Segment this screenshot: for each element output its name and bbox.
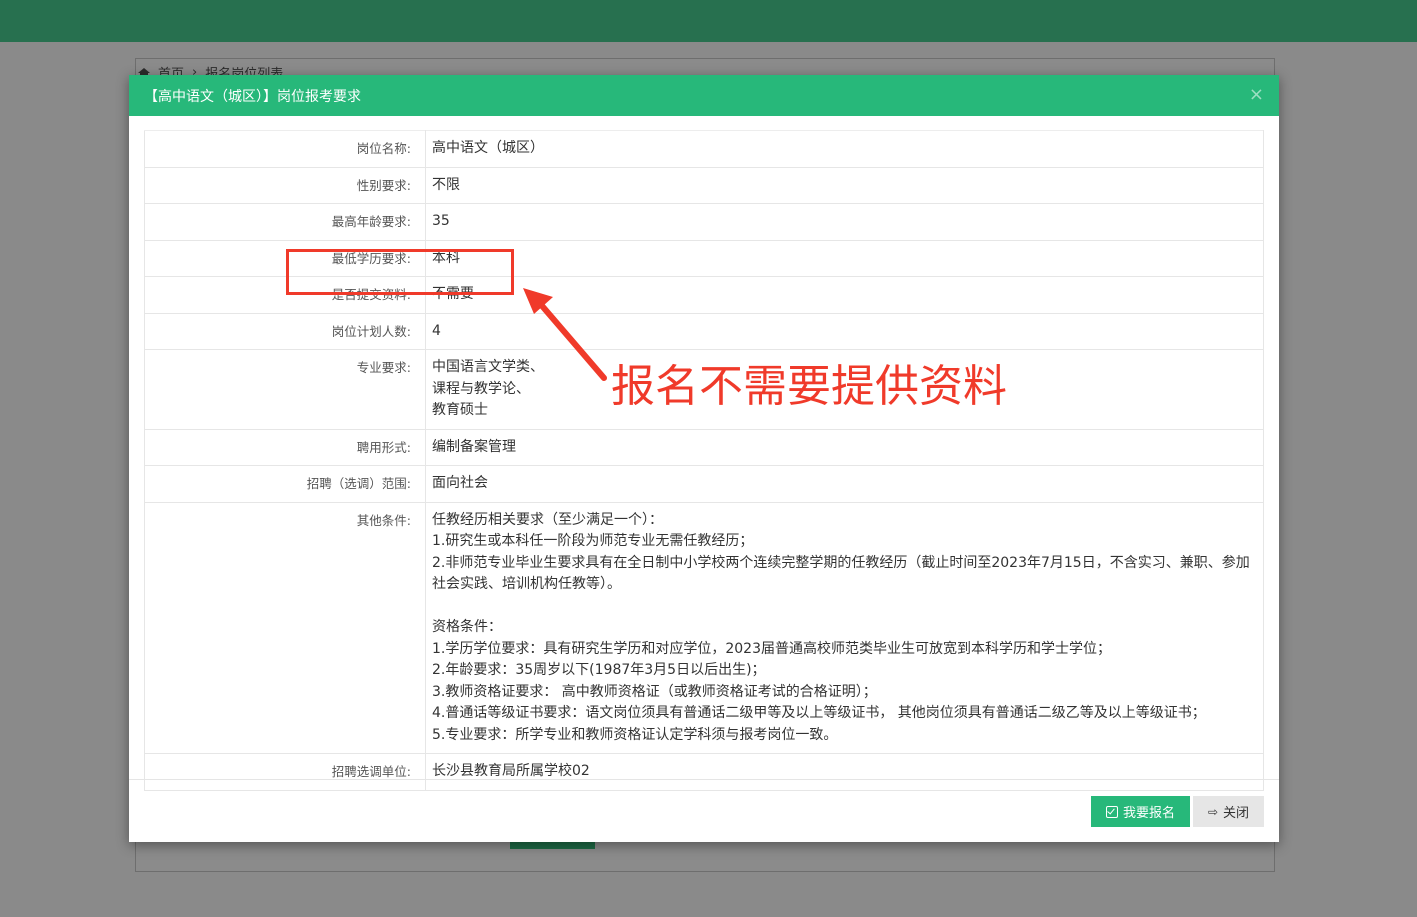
table-row: 性别要求: 不限 <box>144 166 1264 204</box>
table-row: 其他条件: 任教经历相关要求（至少满足一个）： 1.研究生或本科任一阶段为师范专业… <box>144 501 1264 754</box>
top-navbar <box>0 0 1417 42</box>
close-button-label: 关闭 <box>1223 806 1250 821</box>
check-square-icon <box>1105 805 1118 818</box>
modal-title: 【高中语文（城区）】岗位报考要求 <box>144 88 361 105</box>
row-value: 编制备案管理 <box>425 428 1264 466</box>
job-requirements-modal: 【高中语文（城区）】岗位报考要求 × 岗位名称: 高中语文（城区） 性别要求: 不限最… <box>129 75 1279 842</box>
row-label: 性别要求: <box>144 166 426 204</box>
modal-header: 【高中语文（城区）】岗位报考要求 × <box>129 75 1279 116</box>
row-label: 专业要求: <box>144 349 426 429</box>
row-label: 招聘（选调）范围: <box>144 465 426 502</box>
table-row: 最高年龄要求: 35 <box>144 203 1264 240</box>
table-row: 聘用形式: 编制备案管理 <box>144 428 1264 466</box>
table-row: 招聘（选调）范围: 面向社会 <box>144 465 1264 502</box>
row-value: 任教经历相关要求（至少满足一个）： 1.研究生或本科任一阶段为师范专业无需任教经… <box>425 501 1264 754</box>
table-row: 岗位计划人数: 4 <box>144 312 1264 350</box>
close-icon[interactable]: × <box>1249 85 1264 105</box>
table-row: 岗位名称: 高中语文（城区） <box>144 130 1264 167</box>
row-value: 面向社会 <box>425 465 1264 502</box>
row-label: 岗位名称: <box>144 130 426 167</box>
close-button[interactable]: ⇨ 关闭 <box>1193 796 1264 827</box>
row-label: 岗位计划人数: <box>144 312 426 350</box>
annotation-text: 报名不需要提供资料 <box>611 361 1007 412</box>
sign-out-icon: ⇨ <box>1207 804 1219 819</box>
row-label: 最高年龄要求: <box>144 203 426 240</box>
background-button-fragment <box>510 842 595 849</box>
requirements-table: 岗位名称: 高中语文（城区） 性别要求: 不限 最高年龄要求: 35 最低学历要求: 本科 是否… <box>144 130 1264 791</box>
signup-button[interactable]: 我要报名 <box>1091 796 1190 827</box>
row-value: 本科 <box>425 239 1264 277</box>
row-label: 聘用形式: <box>144 428 426 466</box>
highlight-box <box>286 249 514 295</box>
modal-body: 岗位名称: 高中语文（城区） 性别要求: 不限 最高年龄要求: 35 最低学历要求: 本科 是否… <box>129 116 1279 791</box>
row-label: 其他条件: <box>144 501 426 754</box>
page: 首页 › 报名岗位列表 【高中语文（城区）】岗位报考要求 × 岗位名称:高中语文… <box>0 0 1417 917</box>
row-value: 4 <box>425 312 1264 350</box>
row-value: 35 <box>425 203 1264 240</box>
row-value: 不限 <box>425 166 1264 204</box>
row-value: 不需要 <box>425 276 1264 313</box>
signup-button-label: 我要报名 <box>1122 806 1175 821</box>
modal-footer: 我要报名 ⇨ 关闭 <box>129 779 1279 842</box>
row-value: 高中语文（城区） <box>425 130 1264 167</box>
